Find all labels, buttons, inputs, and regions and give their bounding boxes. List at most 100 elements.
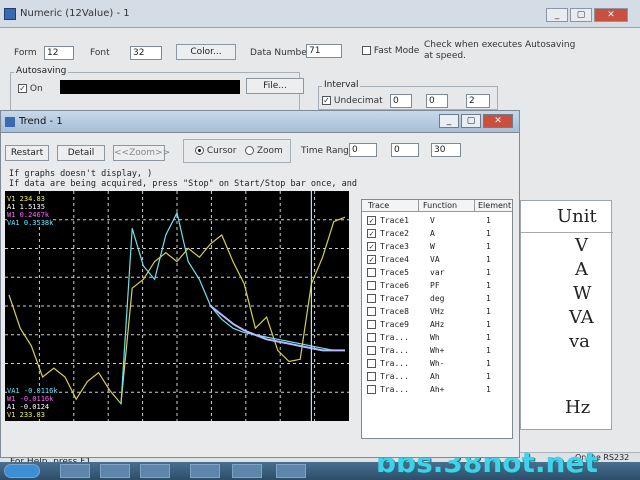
trace-name: Trace1	[380, 216, 409, 225]
trace-row[interactable]: ✓ Trace3 W 1	[362, 240, 512, 253]
taskbar-item[interactable]	[276, 464, 306, 478]
taskbar-item[interactable]	[190, 464, 220, 478]
interval-seconds[interactable]: 2	[466, 94, 490, 108]
trend-maximize-button[interactable]: ▢	[461, 114, 481, 128]
trace-row[interactable]: ✓ Trace4 VA 1	[362, 253, 512, 266]
trace-element: 1	[486, 320, 491, 329]
cursor-radio[interactable]: Cursor	[195, 146, 236, 156]
readout: V1 234.83	[7, 195, 45, 203]
trace-element: 1	[486, 359, 491, 368]
trace-row[interactable]: Trace5 var 1	[362, 266, 512, 279]
trend-window: Trend - 1 _ ▢ ✕ Restart Detail <<Zoom>> …	[0, 110, 520, 458]
taskbar-item[interactable]	[232, 464, 262, 478]
trace-function: V	[430, 216, 435, 225]
trace-name: Tra...	[380, 359, 409, 368]
time-range-seconds[interactable]: 30	[431, 143, 461, 157]
trace-element: 1	[486, 229, 491, 238]
trace-row[interactable]: Trace9 AHz 1	[362, 318, 512, 331]
numeric-values-panel: Unit V A W VA va Hz	[520, 200, 613, 430]
taskbar-item[interactable]	[60, 464, 90, 478]
start-button[interactable]	[4, 464, 40, 478]
trace-checkbox[interactable]	[367, 346, 376, 355]
readout: W1 -0.0116k	[7, 395, 54, 403]
function-column-header[interactable]: Function	[418, 200, 474, 212]
color-button[interactable]: Color...	[176, 44, 236, 60]
trace-checkbox[interactable]: ✓	[367, 216, 376, 225]
trace-checkbox[interactable]	[367, 268, 376, 277]
trace-row[interactable]: Trace7 deg 1	[362, 292, 512, 305]
zoom-button[interactable]: <<Zoom>>	[113, 145, 170, 161]
zoom-label: Zoom	[256, 146, 283, 156]
taskbar-item[interactable]	[140, 464, 170, 478]
time-range-hours[interactable]: 0	[349, 143, 377, 157]
trend-icon	[5, 116, 15, 127]
trace-element: 1	[486, 333, 491, 342]
trace-row[interactable]: Tra... Ah+ 1	[362, 383, 512, 396]
trace-row[interactable]: Tra... Wh 1	[362, 331, 512, 344]
trace-function: Wh+	[430, 346, 445, 355]
trace-row[interactable]: ✓ Trace2 A 1	[362, 227, 512, 240]
trace-name: Trace5	[380, 268, 409, 277]
time-range-minutes[interactable]: 0	[391, 143, 419, 157]
trace-checkbox[interactable]	[367, 320, 376, 329]
trace-function: PF	[430, 281, 440, 290]
trace-row[interactable]: Tra... Wh- 1	[362, 357, 512, 370]
zoom-radio[interactable]: Zoom	[245, 146, 283, 156]
close-button[interactable]: ✕	[594, 8, 628, 22]
autosave-check-icon: ✓	[18, 84, 27, 93]
trace-element: 1	[486, 385, 491, 394]
trace-element: 1	[486, 281, 491, 290]
trend-close-button[interactable]: ✕	[483, 114, 513, 128]
hint-line-2: If data are being acquired, press "Stop"…	[9, 179, 357, 189]
data-number-stepper[interactable]: 71	[306, 44, 342, 58]
trace-row[interactable]: Trace6 PF 1	[362, 279, 512, 292]
trace-checkbox[interactable]	[367, 281, 376, 290]
trace-checkbox[interactable]	[367, 307, 376, 316]
trace-row[interactable]: ✓ Trace1 V 1	[362, 214, 512, 227]
font-select[interactable]: 32	[130, 46, 162, 60]
restart-button[interactable]: Restart	[5, 145, 49, 161]
data-number-label: Data Number	[250, 48, 311, 58]
trace-checkbox[interactable]	[367, 372, 376, 381]
app-icon	[4, 7, 16, 20]
trace-checkbox[interactable]: ✓	[367, 255, 376, 264]
element-column-header[interactable]: Element	[474, 200, 512, 212]
trace-list: Trace Function Element ✓ Trace1 V 1 ✓ Trace2 A…	[361, 199, 513, 439]
trace-function: VA	[430, 255, 440, 264]
undecimated-checkbox[interactable]: ✓ Undecimat	[322, 96, 383, 106]
interval-minutes[interactable]: 0	[426, 94, 448, 108]
autosave-on-label: On	[29, 84, 43, 94]
trace-row[interactable]: Tra... Wh+ 1	[362, 344, 512, 357]
trace-element: 1	[486, 242, 491, 251]
trace-function: W	[430, 242, 435, 251]
trace-name: Tra...	[380, 346, 409, 355]
trace-element: 1	[486, 255, 491, 264]
autosave-on-checkbox[interactable]: ✓ On	[18, 84, 43, 94]
trace-checkbox[interactable]: ✓	[367, 242, 376, 251]
trend-plot[interactable]: V1 234.83 A1 1.5135 W1 0.2467k VA1 0.353…	[5, 191, 349, 421]
numeric-title: Numeric (12Value) - 1	[20, 8, 130, 19]
trace-checkbox[interactable]	[367, 333, 376, 342]
trace-row[interactable]: Tra... Ah 1	[362, 370, 512, 383]
trace-checkbox[interactable]: ✓	[367, 229, 376, 238]
file-button[interactable]: File...	[246, 78, 304, 94]
trace-checkbox[interactable]	[367, 359, 376, 368]
interval-hours[interactable]: 0	[390, 94, 412, 108]
trace-checkbox[interactable]	[367, 294, 376, 303]
detail-button[interactable]: Detail	[57, 145, 105, 161]
unit-value: A	[575, 259, 588, 280]
readout: A1 1.5135	[7, 203, 45, 211]
trace-column-header[interactable]: Trace	[362, 200, 418, 212]
taskbar-item[interactable]	[100, 464, 130, 478]
time-range-label: Time Range	[301, 146, 355, 156]
trend-minimize-button[interactable]: _	[439, 114, 459, 128]
trace-element: 1	[486, 372, 491, 381]
trace-function: VHz	[430, 307, 445, 316]
trace-row[interactable]: Trace8 VHz 1	[362, 305, 512, 318]
fast-mode-checkbox[interactable]: Fast Mode	[362, 46, 419, 56]
trace-checkbox[interactable]	[367, 385, 376, 394]
maximize-button[interactable]: ▢	[570, 8, 592, 22]
minimize-button[interactable]: _	[546, 8, 568, 22]
unit-value: VA	[569, 307, 594, 328]
form-select[interactable]: 12	[44, 46, 74, 60]
